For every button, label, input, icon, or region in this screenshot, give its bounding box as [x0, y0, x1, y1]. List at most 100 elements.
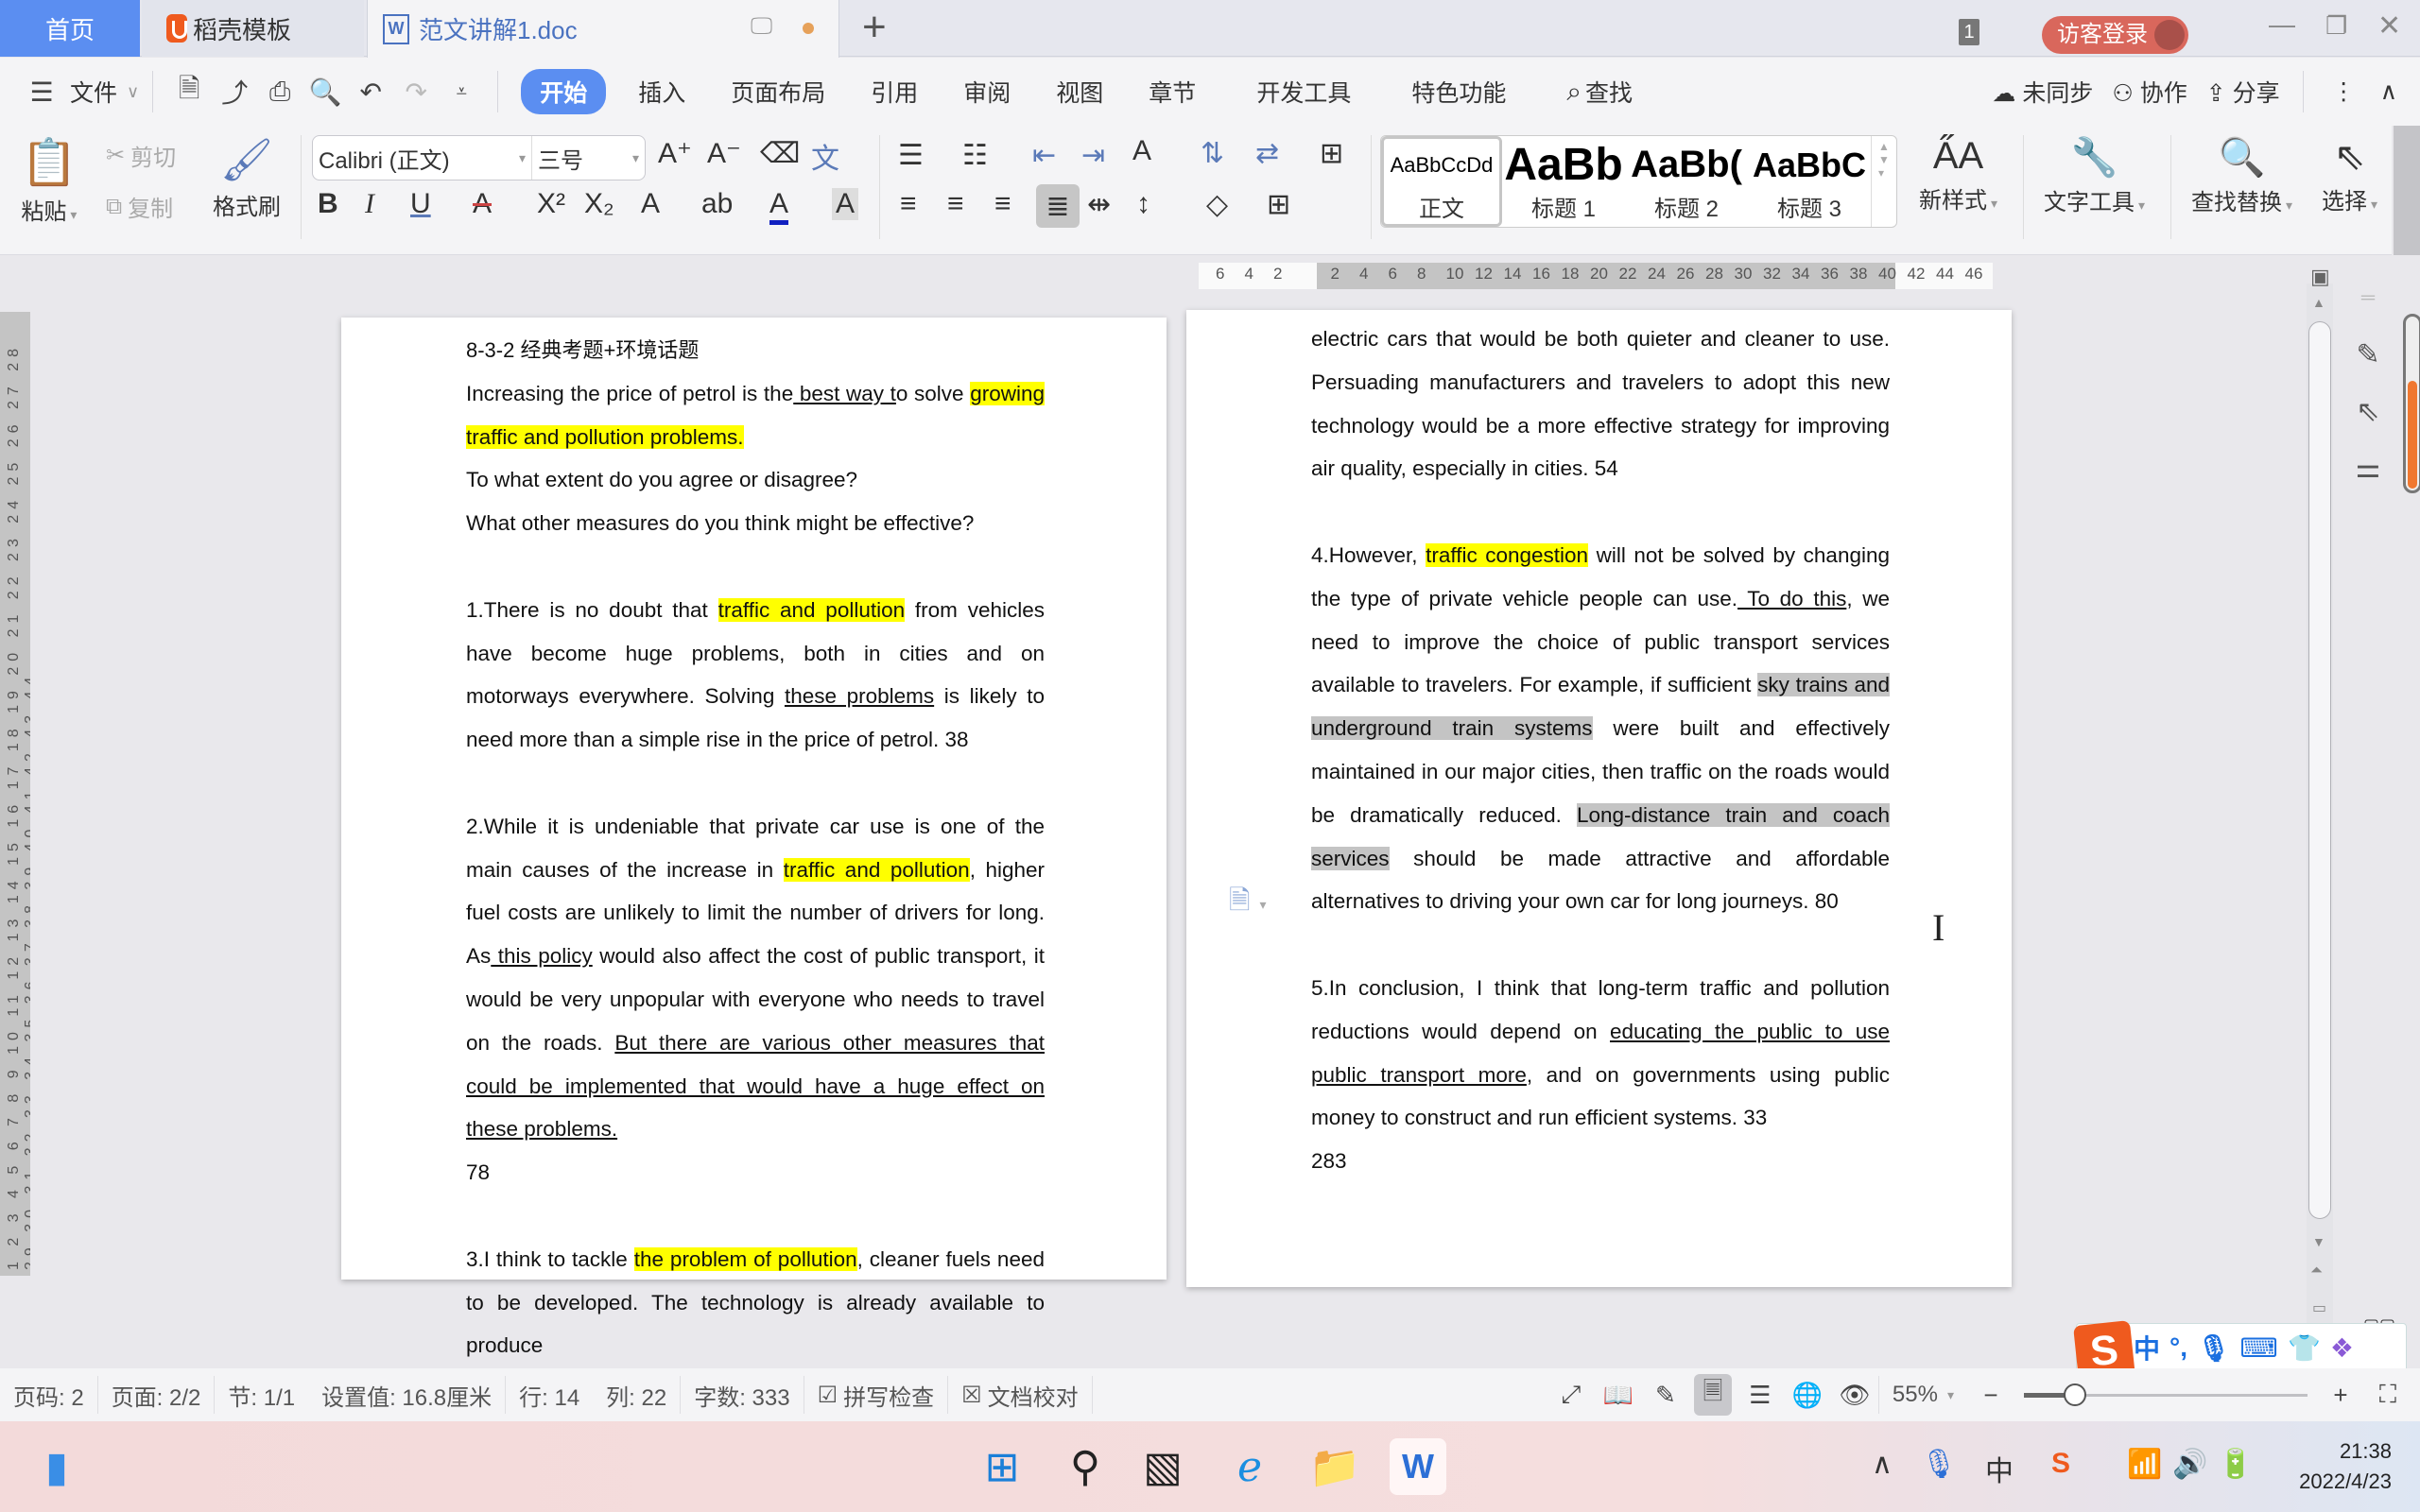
guest-login-button[interactable]: 访客登录 — [2042, 16, 2188, 54]
menu-tab-references[interactable]: 引用 — [848, 75, 941, 109]
system-clock[interactable]: 21:38 2022/4/23 — [2299, 1436, 2392, 1497]
char-shading-icon[interactable]: A — [832, 188, 859, 220]
increase-indent-icon[interactable]: ⇥ — [1081, 139, 1105, 172]
scrollbar-thumb[interactable] — [2308, 321, 2331, 1219]
side-gauge[interactable] — [2403, 314, 2420, 493]
zoom-level-dropdown[interactable]: 55% ▾ — [1879, 1382, 1967, 1408]
position-setting[interactable]: 设置值: 16.8厘米 — [308, 1379, 505, 1412]
menu-tab-home[interactable]: 开始 — [521, 69, 607, 114]
search-taskbar-icon[interactable]: ⚲ — [1057, 1438, 1114, 1495]
outline-view-icon[interactable]: ☰ — [1741, 1374, 1779, 1416]
line-number[interactable]: 行: 14 — [506, 1379, 593, 1412]
decrease-indent-icon[interactable]: ⇤ — [1032, 139, 1056, 172]
distributed-icon[interactable]: ⇹ — [1087, 188, 1111, 221]
menu-tab-view[interactable]: 视图 — [1033, 75, 1126, 109]
wifi-icon[interactable]: 📶 — [2127, 1448, 2162, 1481]
reading-mode-icon[interactable]: 📖 — [1599, 1374, 1637, 1416]
ime-punctuation-toggle[interactable]: °, — [2169, 1332, 2187, 1363]
select-browse-icon[interactable]: ▭ — [2312, 1298, 2326, 1317]
doc-proofread-button[interactable]: ☒ 文档校对 — [948, 1379, 1092, 1412]
task-view-icon[interactable]: ▧ — [1134, 1438, 1191, 1495]
section-info[interactable]: 节: 1/1 — [215, 1379, 308, 1412]
monitor-icon[interactable]: 🖵 — [751, 13, 772, 40]
settings-sliders-icon[interactable]: ⚌ — [2344, 444, 2392, 491]
format-painter-button[interactable]: 🖌 格式刷 — [213, 135, 281, 221]
scroll-down-icon[interactable]: ▼ — [2312, 1234, 2325, 1249]
vertical-ruler[interactable]: 1 2 3 4 5 6 7 8 9 10 11 12 13 14 15 16 1… — [0, 312, 30, 1276]
tab-docer-templates[interactable]: 稻壳模板 — [142, 0, 364, 57]
page-view-icon[interactable]: 🗏 — [1693, 1374, 1732, 1416]
wps-writer-taskbar-icon[interactable]: W — [1390, 1438, 1446, 1495]
italic-icon[interactable]: I — [365, 188, 374, 220]
scroll-up-icon[interactable]: ▲ — [2312, 295, 2325, 310]
tray-overflow-icon[interactable]: ∧ — [1872, 1448, 1893, 1481]
font-color-icon[interactable]: A — [769, 188, 789, 225]
spell-check-button[interactable]: ☑ 拼写检查 — [804, 1379, 948, 1412]
superscript-icon[interactable]: X² — [537, 188, 565, 220]
text-direction-icon[interactable]: ⇄ — [1255, 137, 1279, 170]
ime-microphone-icon[interactable]: 🎙 — [2197, 1332, 2231, 1364]
customize-quick-access-icon[interactable]: ⩡ — [442, 73, 480, 111]
zoom-slider[interactable] — [2024, 1381, 2308, 1409]
text-tools-button[interactable]: 🔧 文字工具 ▾ — [2044, 135, 2145, 216]
edit-mode-icon[interactable]: ✎ — [1647, 1374, 1685, 1416]
align-center-icon[interactable]: ≡ — [947, 188, 964, 220]
web-view-icon[interactable]: 🌐 — [1789, 1374, 1826, 1416]
ribbon-scroll-right[interactable] — [2394, 126, 2420, 255]
font-size-dropdown[interactable]: 三号 ▾ — [532, 136, 645, 180]
ime-keyboard-icon[interactable]: ⌨ — [2240, 1332, 2278, 1364]
font-name-dropdown[interactable]: Calibri (正文) ▾ — [313, 136, 532, 180]
paragraph-layout-icon[interactable]: 🗎 ▾ — [1229, 881, 1267, 926]
align-left-icon[interactable]: ≡ — [900, 188, 917, 220]
eye-protection-icon[interactable]: 👁 — [1836, 1374, 1874, 1416]
edge-browser-icon[interactable]: ℯ — [1221, 1438, 1278, 1495]
prev-page-icon[interactable]: ⏶ — [2310, 1263, 2323, 1280]
window-count-badge[interactable]: 1 — [1959, 19, 1979, 45]
battery-icon[interactable]: 🔋 — [2218, 1448, 2253, 1481]
tab-home[interactable]: 首页 — [0, 0, 140, 57]
redo-icon[interactable]: ↷ — [397, 73, 435, 111]
panel-handle-icon[interactable]: ═ — [2344, 274, 2392, 321]
file-chevron-down-icon[interactable]: ∨ — [127, 82, 139, 102]
select-button[interactable]: ⇖ 选择 ▾ — [2322, 135, 2377, 215]
page-count[interactable]: 页面: 2/2 — [98, 1379, 215, 1412]
highlight-icon[interactable]: ab — [701, 188, 733, 220]
share-button[interactable]: ⇪ 分享 — [2197, 75, 2290, 109]
borders-icon[interactable]: ⊞ — [1267, 188, 1290, 221]
column-number[interactable]: 列: 22 — [593, 1379, 680, 1412]
document-page-2[interactable]: electric cars that would be both quieter… — [1186, 310, 2012, 1287]
new-tab-button[interactable]: + — [862, 4, 887, 51]
style-heading-3[interactable]: AaBbC 标题 3 — [1748, 136, 1871, 227]
document-page-1[interactable]: 8-3-2 经典考题+环境话题 Increasing the price of … — [341, 318, 1167, 1357]
menu-tab-insert[interactable]: 插入 — [615, 75, 708, 109]
ime-mode-toggle[interactable]: 中 — [2134, 1329, 2160, 1366]
line-spacing-icon[interactable]: ↕ — [1136, 188, 1150, 220]
restore-button[interactable]: ❐ — [2325, 11, 2347, 41]
more-options-icon[interactable]: ⋮ — [2317, 77, 2371, 106]
print-icon[interactable]: ⎙ — [261, 73, 299, 111]
style-heading-1[interactable]: AaBb 标题 1 — [1502, 136, 1625, 227]
tray-ime-icon[interactable]: 中 — [1985, 1448, 2014, 1489]
tab-document[interactable]: W 范文讲解1.doc 🖵 — [367, 0, 839, 58]
style-normal[interactable]: AaBbCcDd 正文 — [1381, 136, 1502, 227]
sort-icon[interactable]: ⇅ — [1201, 137, 1224, 170]
zoom-out-button[interactable]: − — [1972, 1374, 2010, 1416]
align-right-icon[interactable]: ≡ — [994, 188, 1011, 220]
start-button-icon[interactable]: ⊞ — [974, 1438, 1030, 1495]
new-style-button[interactable]: A̋A 新样式 ▾ — [1919, 135, 1997, 215]
table-layout-icon[interactable]: ⊞ — [1320, 137, 1343, 170]
cut-button[interactable]: ✂ 剪切 — [106, 139, 176, 172]
bold-icon[interactable]: B — [318, 188, 338, 220]
copy-button[interactable]: ⧉ 复制 — [106, 190, 173, 223]
menu-tab-page-layout[interactable]: 页面布局 — [708, 75, 848, 109]
find-replace-button[interactable]: 🔍 查找替换 ▾ — [2191, 135, 2292, 216]
styles-scroll[interactable]: ▲ ▼ ▾ — [1871, 136, 1896, 227]
menu-search[interactable]: ⌕ 查找 — [1529, 75, 1655, 109]
style-heading-2[interactable]: AaBb( 标题 2 — [1625, 136, 1748, 227]
clear-format-icon[interactable]: ⌫ — [760, 137, 800, 170]
tray-sogou-icon[interactable]: S — [2051, 1448, 2070, 1480]
menu-tab-developer[interactable]: 开发工具 — [1219, 75, 1374, 109]
strikethrough-icon[interactable]: A — [473, 188, 492, 220]
volume-icon[interactable]: 🔊 — [2172, 1448, 2207, 1481]
ime-apps-icon[interactable]: ❖ — [2330, 1332, 2354, 1364]
